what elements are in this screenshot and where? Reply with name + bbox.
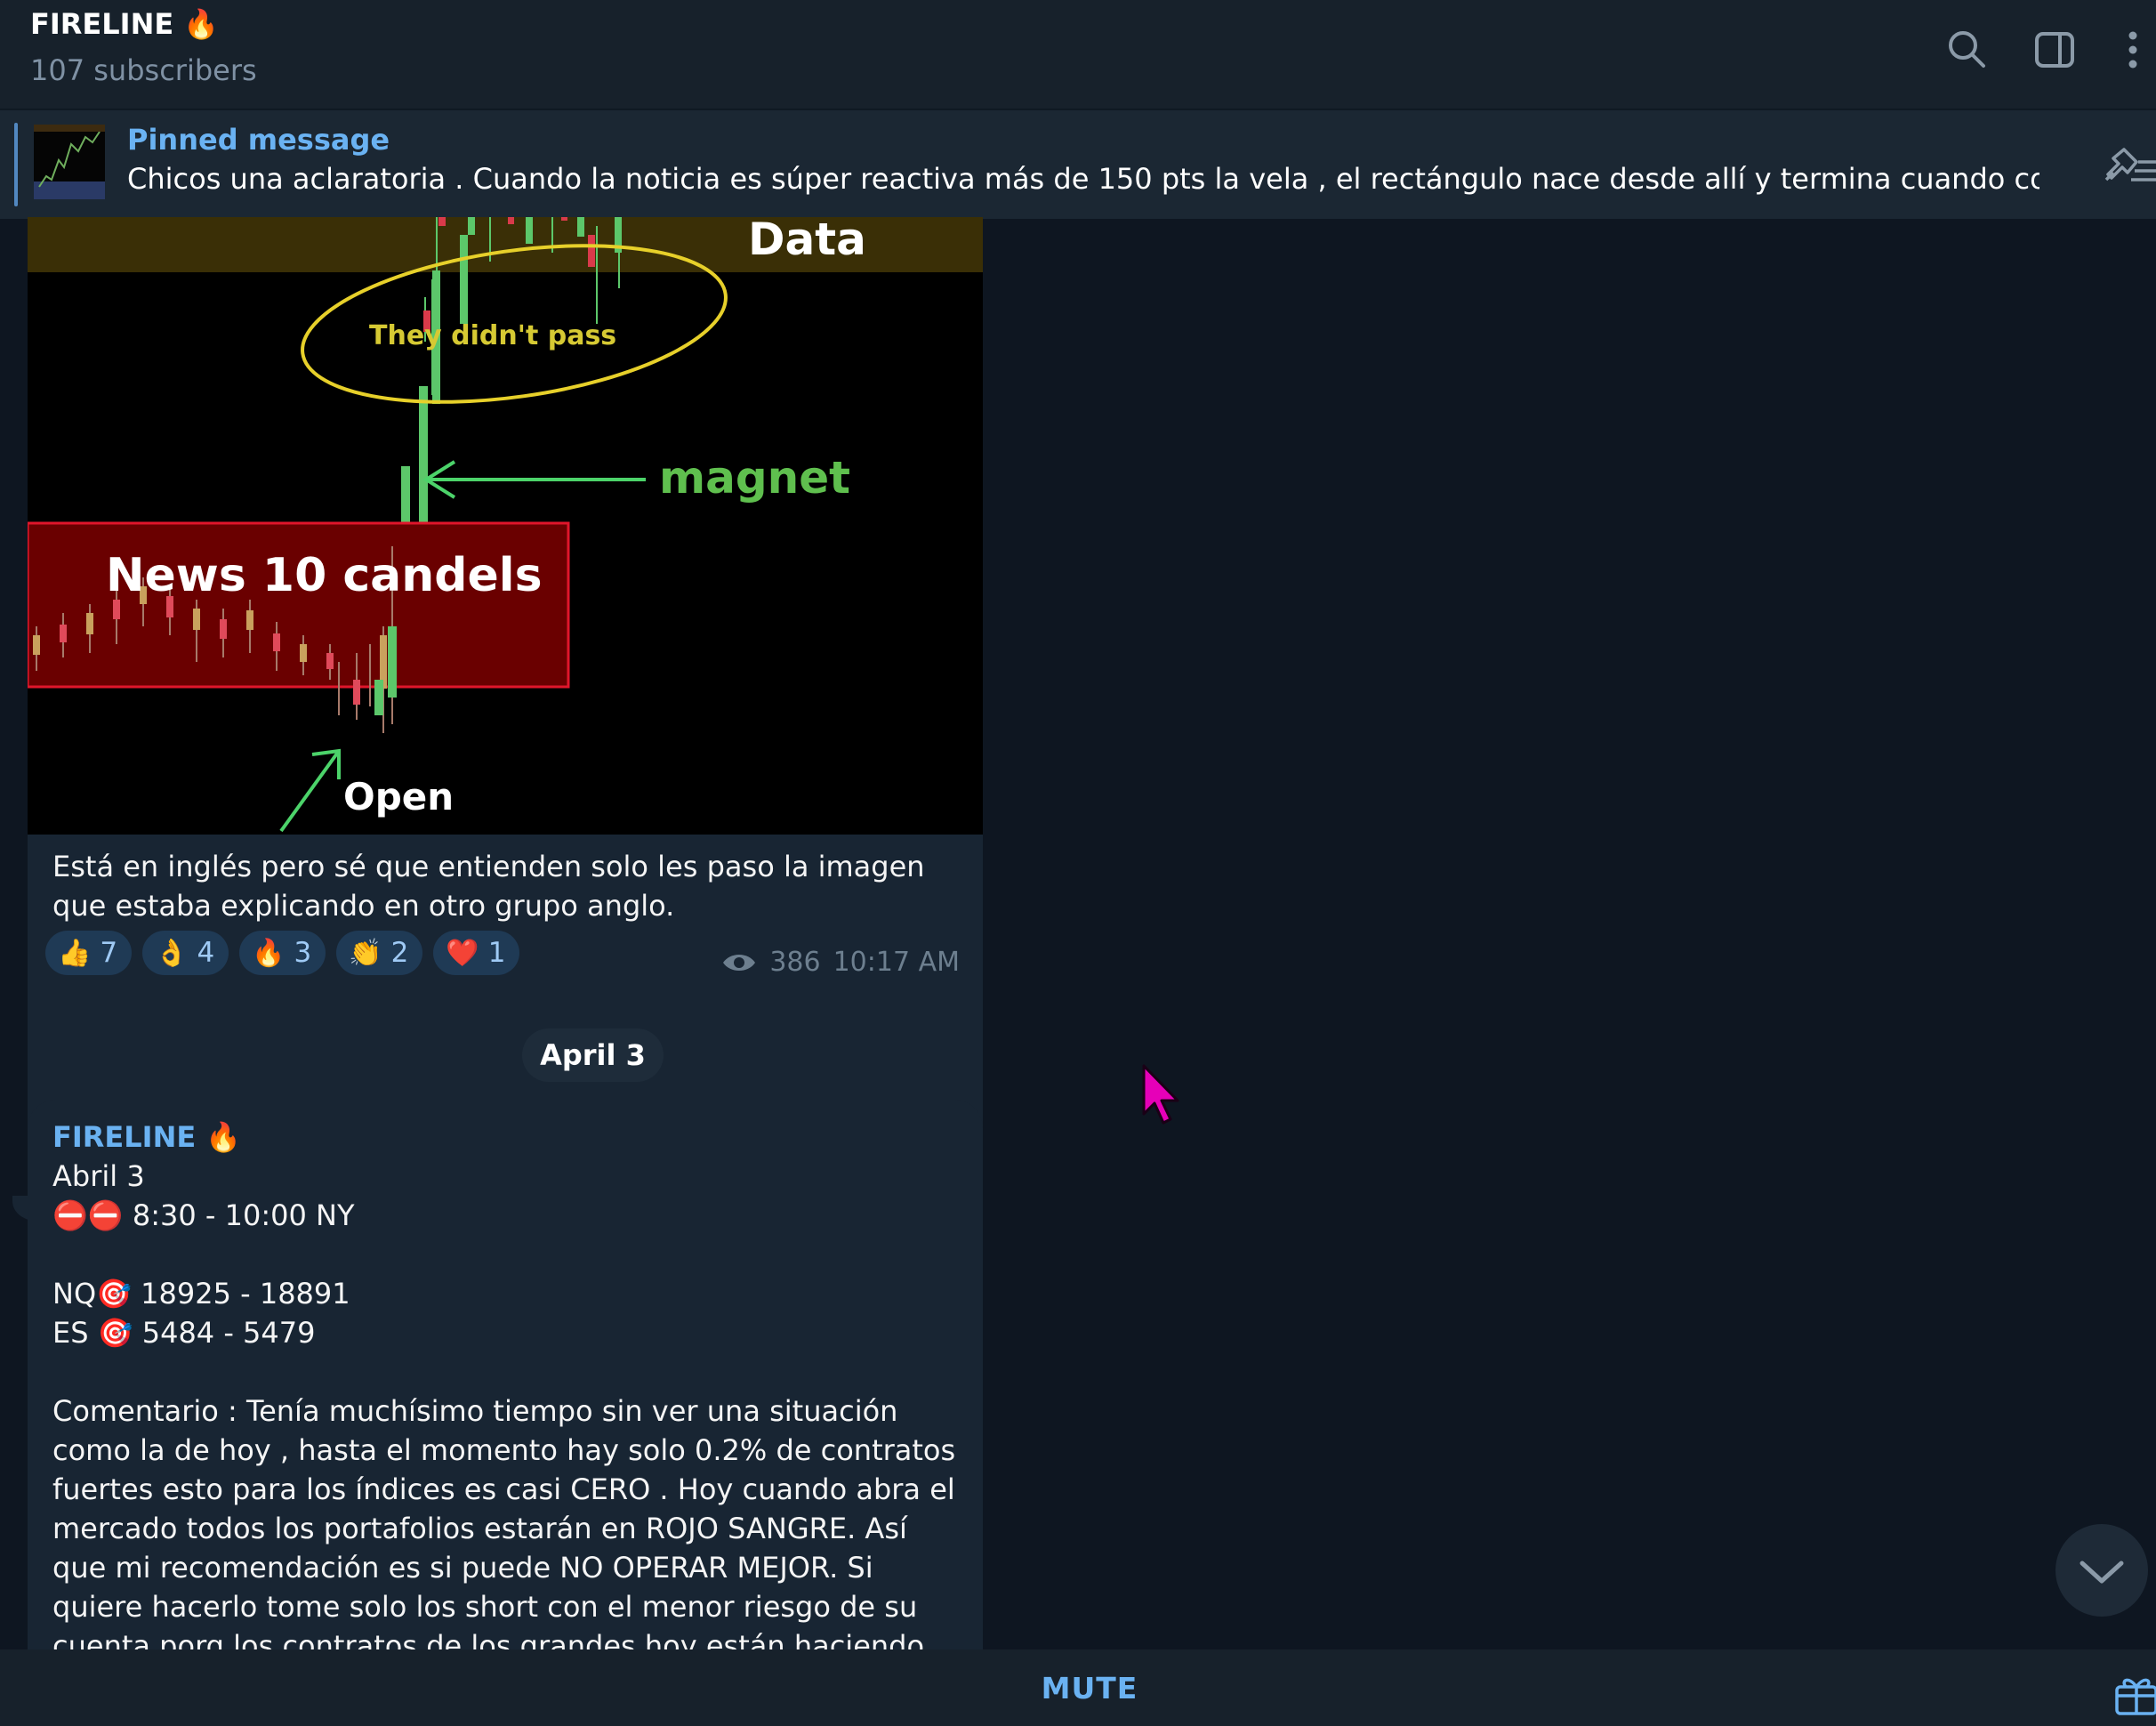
reactions-bar: 👍 7 👌 4 🔥 3 👏 2 ❤️ 1 [45,931,520,975]
message-line: Abril 3 [52,1159,145,1193]
message-feed[interactable]: Data They didn't pass magnet News 10 can… [0,217,2156,1649]
chart-label-magnet: magnet [659,452,850,504]
chart-label-didnt-pass: They didn't pass [369,320,616,351]
pinned-text: Chicos una aclaratoria . Cuando la notic… [127,162,2039,196]
reaction-clap[interactable]: 👏 2 [336,931,423,975]
chart-image[interactable]: Data They didn't pass magnet News 10 can… [28,217,983,835]
pinned-indicator [14,123,18,206]
scroll-to-bottom-button[interactable] [2055,1524,2148,1617]
mouse-cursor-icon [1142,1064,1179,1125]
date-separator[interactable]: April 3 [522,1028,664,1082]
reaction-count: 4 [197,937,215,969]
reaction-count: 2 [390,937,409,969]
pinned-thumbnail [34,125,105,199]
subscriber-count: 107 subscribers [30,53,257,87]
pinned-label: Pinned message [127,123,390,157]
message-time: 10:17 AM [833,947,960,978]
more-options-icon[interactable] [2115,27,2151,73]
ok-hand-icon: 👌 [155,937,189,969]
message-line: ES 🎯 5484 - 5479 [52,1316,316,1350]
reaction-count: 1 [487,937,506,969]
message-bubble[interactable]: FIRELINE 🔥 Abril 3 ⛔⛔ 8:30 - 10:00 NY NQ… [28,1100,983,1649]
sidebar-toggle-icon[interactable] [2031,27,2078,73]
gift-icon[interactable] [2113,1671,2156,1715]
chevron-down-icon [2080,1561,2124,1584]
pin-list-icon[interactable] [2099,144,2156,189]
chat-header[interactable]: FIRELINE 🔥 107 subscribers [0,0,2156,109]
message-comment: Comentario : Tenía muchísimo tiempo sin … [52,1394,956,1649]
fire-icon: 🔥 [252,937,286,969]
chart-label-data: Data [748,217,866,265]
message-caption: Está en inglés pero sé que entienden sol… [52,850,925,923]
mute-button[interactable]: MUTE [0,1649,2156,1726]
thumbs-up-icon: 👍 [58,937,92,969]
message-bubble[interactable]: Data They didn't pass magnet News 10 can… [28,217,983,1220]
clap-icon: 👏 [349,937,382,969]
view-count: 386 [769,947,821,978]
reaction-count: 7 [100,937,118,969]
message-meta: 386 10:17 AM [721,947,960,978]
chart-label-news: News 10 candels [106,549,543,602]
message-author[interactable]: FIRELINE 🔥 [52,1117,969,1157]
reaction-ok-hand[interactable]: 👌 4 [142,931,229,975]
chart-label-open: Open [343,775,454,819]
heart-icon: ❤️ [446,937,479,969]
message-line: NQ🎯 18925 - 18891 [52,1277,350,1311]
channel-title[interactable]: FIRELINE 🔥 [30,7,219,41]
reaction-heart[interactable]: ❤️ 1 [433,931,520,975]
views-eye-icon [723,954,756,971]
bottom-bar: MUTE [0,1649,2156,1726]
pinned-message-bar[interactable]: Pinned message Chicos una aclaratoria . … [0,109,2156,219]
message-line: ⛔⛔ 8:30 - 10:00 NY [52,1198,355,1232]
reaction-thumbs-up[interactable]: 👍 7 [45,931,133,975]
reaction-fire[interactable]: 🔥 3 [239,931,326,975]
reaction-count: 3 [294,937,312,969]
search-icon[interactable] [1944,27,1991,73]
